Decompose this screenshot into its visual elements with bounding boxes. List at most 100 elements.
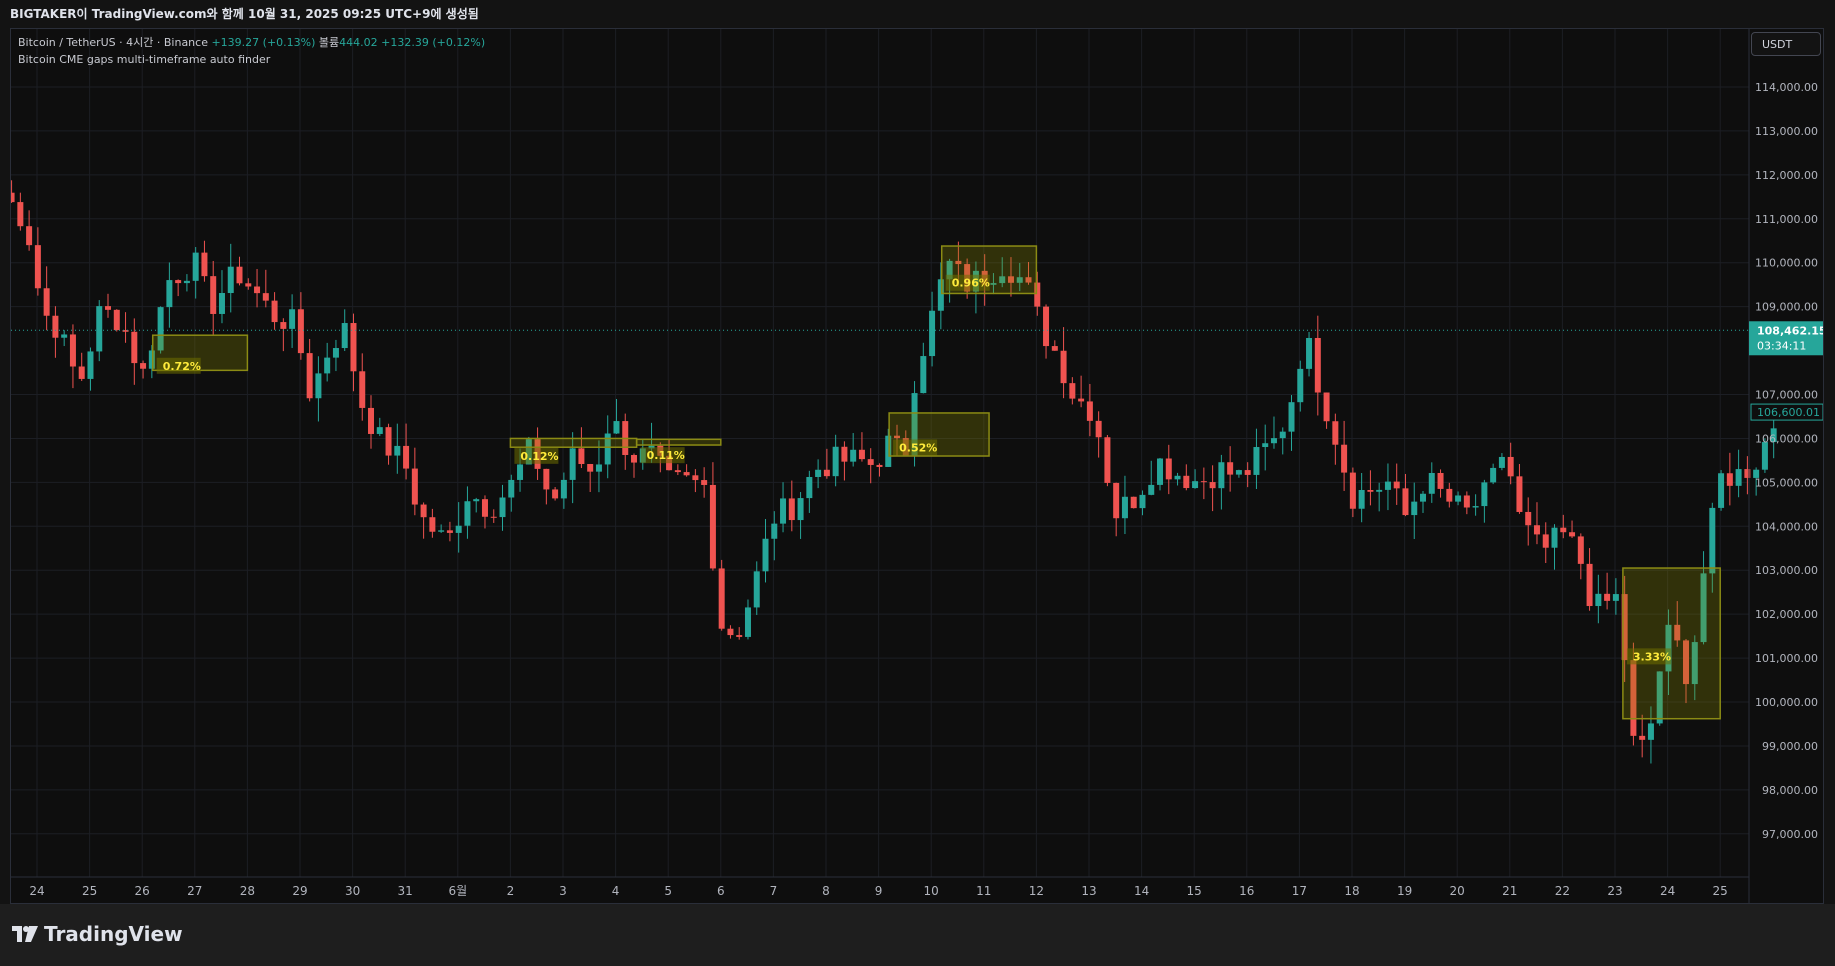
candle-down[interactable] [1130,496,1137,509]
candle-up[interactable] [1279,431,1286,439]
candle-down[interactable] [297,309,304,354]
candle-up[interactable] [315,373,322,399]
candle-down[interactable] [858,449,865,460]
candle-up[interactable] [1306,337,1313,369]
candle-down[interactable] [1341,444,1348,473]
candle-up[interactable] [324,357,331,374]
candle-down[interactable] [69,334,76,367]
candle-up[interactable] [508,479,515,498]
candle-down[interactable] [1069,383,1076,399]
candle-up[interactable] [1455,495,1462,502]
candle-down[interactable] [578,448,585,465]
candle-down[interactable] [876,464,883,467]
candle-down[interactable] [113,309,120,331]
candle-down[interactable] [1604,593,1611,601]
candle-up[interactable] [1481,482,1488,507]
candle-down[interactable] [201,252,208,277]
candle-down[interactable] [403,445,410,469]
candle-up[interactable] [1192,481,1199,489]
candle-down[interactable] [385,427,392,456]
candle-up[interactable] [455,525,462,533]
candle-up[interactable] [1262,443,1269,448]
candle-up[interactable] [438,530,445,532]
candle-up[interactable] [771,523,778,539]
candle-down[interactable] [280,322,287,329]
candle-up[interactable] [1498,456,1505,468]
candle-up[interactable] [499,497,506,518]
candle-up[interactable] [1718,473,1725,508]
candle-down[interactable] [1227,462,1234,475]
candle-down[interactable] [1569,532,1576,537]
candle-down[interactable] [587,464,594,472]
candle-up[interactable] [780,498,787,524]
candle-down[interactable] [262,293,269,301]
candle-up[interactable] [1612,594,1619,601]
candle-down[interactable] [271,300,278,323]
candle-down[interactable] [210,276,217,314]
candle-down[interactable] [17,202,24,227]
candle-down[interactable] [709,484,716,569]
candle-down[interactable] [11,192,15,203]
candle-down[interactable] [1639,735,1646,740]
candle-up[interactable] [850,449,857,462]
candle-down[interactable] [411,468,418,505]
candle-up[interactable] [376,427,383,434]
candle-up[interactable] [1139,494,1146,509]
candle-up[interactable] [394,445,401,456]
candle-down[interactable] [1560,527,1567,533]
candle-down[interactable] [1349,472,1356,509]
candle-down[interactable] [131,331,138,364]
candle-up[interactable] [1157,458,1164,485]
candle-down[interactable] [245,283,252,287]
candle-up[interactable] [341,323,348,349]
candle-up[interactable] [569,448,576,480]
candle-up[interactable] [1174,475,1181,480]
candle-up[interactable] [797,498,804,521]
candle-down[interactable] [543,468,550,490]
candle-up[interactable] [332,348,339,358]
candle-down[interactable] [1244,470,1251,475]
candle-up[interactable] [1270,438,1277,444]
cme-gap-box[interactable] [635,438,722,446]
cme-gap-box[interactable] [1622,567,1721,720]
candle-up[interactable] [1218,462,1225,489]
candle-down[interactable] [78,366,85,379]
candle-down[interactable] [1367,489,1374,492]
candle-down[interactable] [1060,350,1067,384]
candle-up[interactable] [753,571,760,608]
indicator-name[interactable]: Bitcoin CME gaps multi-timeframe auto fi… [18,53,270,66]
candle-up[interactable] [517,464,524,480]
candle-up[interactable] [1428,472,1435,494]
candle-up[interactable] [832,446,839,477]
candle-up[interactable] [920,356,927,394]
candle-down[interactable] [43,288,50,316]
tradingview-logo[interactable]: TradingView [12,922,183,946]
candle-down[interactable] [867,459,874,465]
candle-down[interactable] [1525,511,1532,526]
candle-up[interactable] [218,293,225,314]
candle-down[interactable] [1314,337,1321,393]
candle-down[interactable] [1446,488,1453,502]
candle-down[interactable] [1542,534,1549,548]
candle-down[interactable] [446,530,453,533]
candle-up[interactable] [1490,467,1497,483]
candle-up[interactable] [1411,501,1418,516]
candle-down[interactable] [631,454,638,463]
candle-up[interactable] [166,280,173,308]
candle-up[interactable] [192,252,199,281]
candle-down[interactable] [1586,563,1593,607]
candle-down[interactable] [236,266,243,284]
candle-down[interactable] [1078,398,1085,402]
candle-up[interactable] [929,310,936,357]
candle-down[interactable] [1165,458,1172,480]
candle-down[interactable] [1533,525,1540,535]
candle-down[interactable] [1209,482,1216,489]
candle-down[interactable] [736,635,743,637]
candle-down[interactable] [788,498,795,521]
candle-down[interactable] [490,516,497,518]
candle-down[interactable] [105,306,112,310]
candle-down[interactable] [1183,475,1190,489]
candle-up[interactable] [1297,368,1304,403]
candle-up[interactable] [1595,593,1602,607]
candle-down[interactable] [52,315,59,338]
